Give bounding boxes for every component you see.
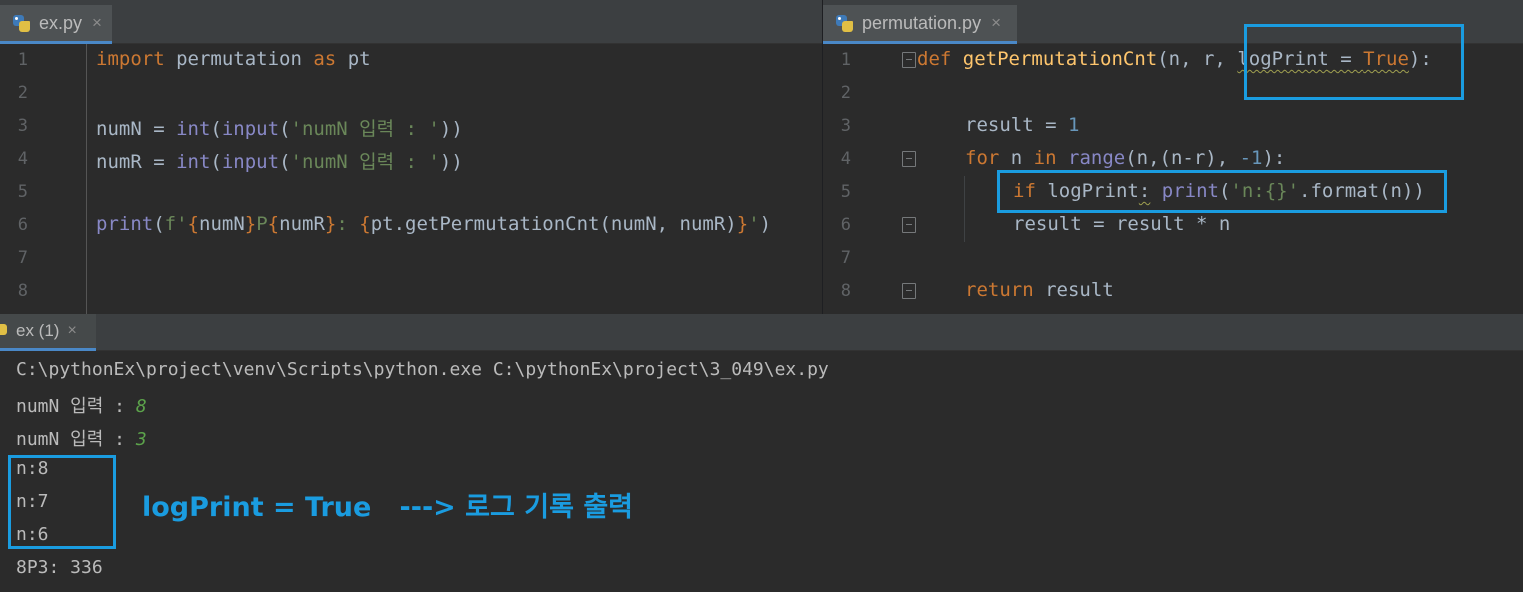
- line-number: 1: [840, 50, 851, 70]
- line-number: 2: [840, 83, 851, 103]
- code-line: 8: [0, 275, 822, 308]
- line-number: 2: [17, 83, 28, 103]
- fold-end-icon[interactable]: [902, 283, 916, 299]
- editor-tabbar: ex.py ×: [0, 0, 822, 44]
- close-icon[interactable]: ×: [92, 13, 102, 33]
- python-file-icon: [835, 14, 854, 33]
- code-line: 4 numR = int(input('numN 입력 : ')): [0, 143, 822, 176]
- console-input-line: numN 입력 : 8: [16, 396, 147, 417]
- python-run-icon: [0, 323, 10, 339]
- code-line: 1 import permutation as pt: [0, 44, 822, 77]
- close-icon[interactable]: ×: [67, 322, 76, 340]
- run-tab-label: ex (1): [16, 321, 60, 340]
- line-number: 8: [17, 281, 28, 301]
- python-file-icon: [12, 14, 31, 33]
- close-icon[interactable]: ×: [991, 13, 1001, 33]
- tab-label: ex.py: [39, 12, 83, 33]
- console-input-line: numN 입력 : 3: [16, 429, 147, 450]
- line-number: 3: [17, 116, 28, 136]
- line-number: 8: [840, 281, 851, 301]
- code-line: 8 return result: [823, 275, 1523, 308]
- run-console-panel: ex (1) × C:\pythonEx\project\venv\Script…: [0, 314, 1523, 592]
- code-line: 5: [0, 176, 822, 209]
- code-text: for n in range(n,(n-r), -1):: [965, 147, 1286, 169]
- code-text: numR = int(input('numN 입력 : ')): [96, 151, 463, 173]
- code-line: 3 result = 1: [823, 110, 1523, 143]
- code-line: 7: [823, 242, 1523, 275]
- code-text: result = result * n: [1013, 213, 1231, 235]
- annotation-label: logPrint = True ---> 로그 기록 출력: [142, 492, 634, 523]
- fold-icon[interactable]: [902, 52, 916, 68]
- line-number: 1: [17, 50, 28, 70]
- code-text: numN = int(input('numN 입력 : ')): [96, 118, 463, 140]
- line-number: 7: [840, 248, 851, 268]
- line-number: 4: [17, 149, 28, 169]
- line-number: 6: [840, 215, 851, 235]
- line-number: 3: [840, 116, 851, 136]
- code-text: result = 1: [965, 114, 1080, 136]
- run-tabbar: ex (1) ×: [0, 314, 1523, 351]
- line-number: 5: [17, 182, 28, 202]
- highlight-box-param: [1244, 24, 1464, 100]
- console-result-line: 8P3: 336: [16, 557, 103, 578]
- code-line: 6 result = result * n: [823, 209, 1523, 242]
- code-line: 2: [0, 77, 822, 110]
- console-command-line: C:\pythonEx\project\venv\Scripts\python.…: [16, 359, 829, 380]
- code-text: import permutation as pt: [96, 48, 371, 70]
- code-line: 6 print(f'{numN}P{numR}: {pt.getPermutat…: [0, 209, 822, 242]
- code-line: 7: [0, 242, 822, 275]
- fold-icon[interactable]: [902, 151, 916, 167]
- code-editor[interactable]: 1 import permutation as pt 2 3 numN = in…: [0, 44, 822, 314]
- code-text: return result: [965, 279, 1114, 301]
- tab-ex-py[interactable]: ex.py ×: [0, 5, 112, 44]
- line-number: 4: [840, 149, 851, 169]
- fold-end-icon[interactable]: [902, 217, 916, 233]
- line-number: 5: [840, 182, 851, 202]
- tab-run-ex[interactable]: ex (1) ×: [0, 314, 96, 351]
- code-text: print(f'{numN}P{numR}: {pt.getPermutatio…: [96, 213, 772, 235]
- editor-pane-ex: ex.py × 1 import permutation as pt 2 3 n…: [0, 0, 822, 314]
- line-number: 7: [17, 248, 28, 268]
- highlight-box-if-print: [997, 170, 1447, 213]
- highlight-box-log-output: [8, 455, 116, 549]
- tab-permutation-py[interactable]: permutation.py ×: [823, 5, 1017, 44]
- line-number: 6: [17, 215, 28, 235]
- code-line: 3 numN = int(input('numN 입력 : ')): [0, 110, 822, 143]
- tab-label: permutation.py: [862, 12, 982, 33]
